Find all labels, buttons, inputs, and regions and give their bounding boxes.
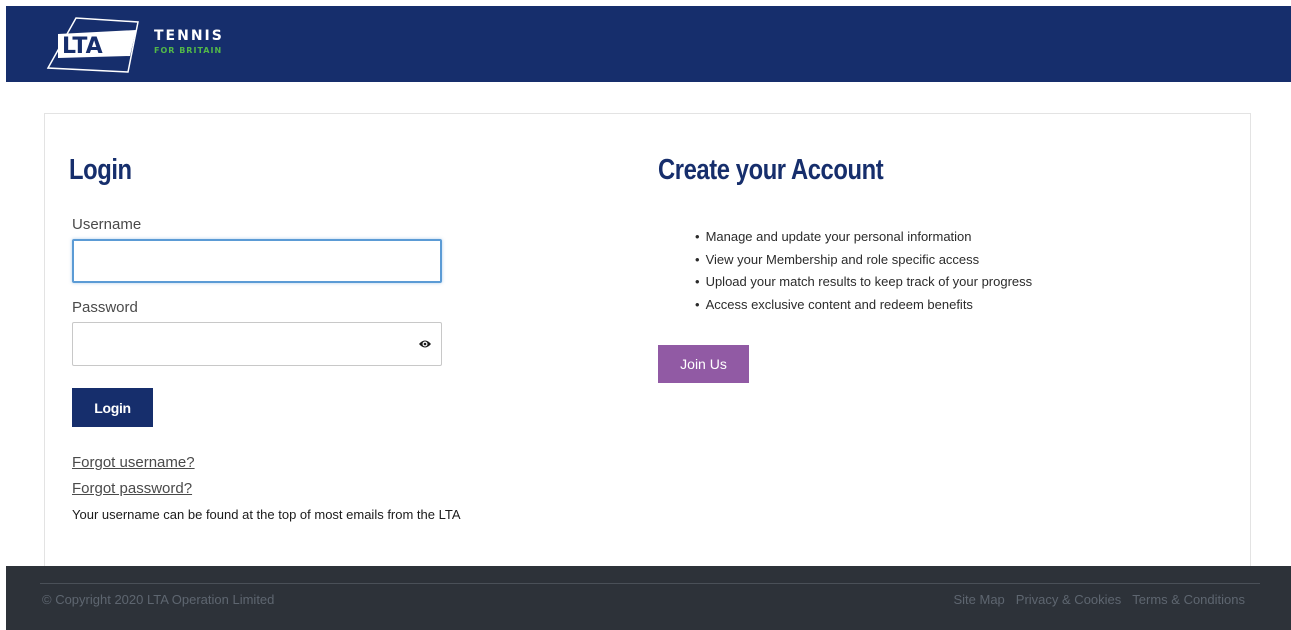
benefit-item: Access exclusive content and redeem bene… (695, 294, 1032, 317)
footer-links: Site Map Privacy & Cookies Terms & Condi… (953, 592, 1245, 607)
copyright-text: © Copyright 2020 LTA Operation Limited (42, 592, 275, 607)
login-heading: Login (69, 154, 132, 186)
site-footer: © Copyright 2020 LTA Operation Limited S… (6, 566, 1291, 630)
forgot-password-link[interactable]: Forgot password? (72, 480, 192, 497)
username-input[interactable] (72, 239, 442, 283)
footer-link-privacy[interactable]: Privacy & Cookies (1016, 592, 1121, 607)
logo-title: TENNIS (154, 28, 224, 44)
username-label: Username (72, 216, 142, 233)
lta-logo[interactable]: LTA TENNIS FOR BRITAIN (46, 16, 246, 76)
benefit-item: View your Membership and role specific a… (695, 249, 1032, 272)
create-account-heading: Create your Account (658, 154, 884, 186)
lta-logo-mark: LTA (46, 17, 139, 73)
site-header: LTA TENNIS FOR BRITAIN (6, 6, 1291, 82)
footer-link-site-map[interactable]: Site Map (953, 592, 1004, 607)
logo-subtitle: FOR BRITAIN (154, 46, 223, 55)
benefit-item: Manage and update your personal informat… (695, 226, 1032, 249)
join-us-button[interactable]: Join Us (658, 345, 749, 383)
password-label: Password (72, 299, 138, 316)
username-hint: Your username can be found at the top of… (72, 507, 461, 522)
login-button[interactable]: Login (72, 388, 153, 427)
benefit-item: Upload your match results to keep track … (695, 271, 1033, 294)
eye-icon[interactable] (418, 338, 432, 350)
footer-link-terms[interactable]: Terms & Conditions (1132, 592, 1245, 607)
benefits-list: Manage and update your personal informat… (695, 226, 1033, 317)
svg-text:LTA: LTA (62, 34, 103, 59)
footer-divider (40, 583, 1260, 584)
forgot-username-link[interactable]: Forgot username? (72, 454, 195, 471)
password-input[interactable] (72, 322, 442, 366)
